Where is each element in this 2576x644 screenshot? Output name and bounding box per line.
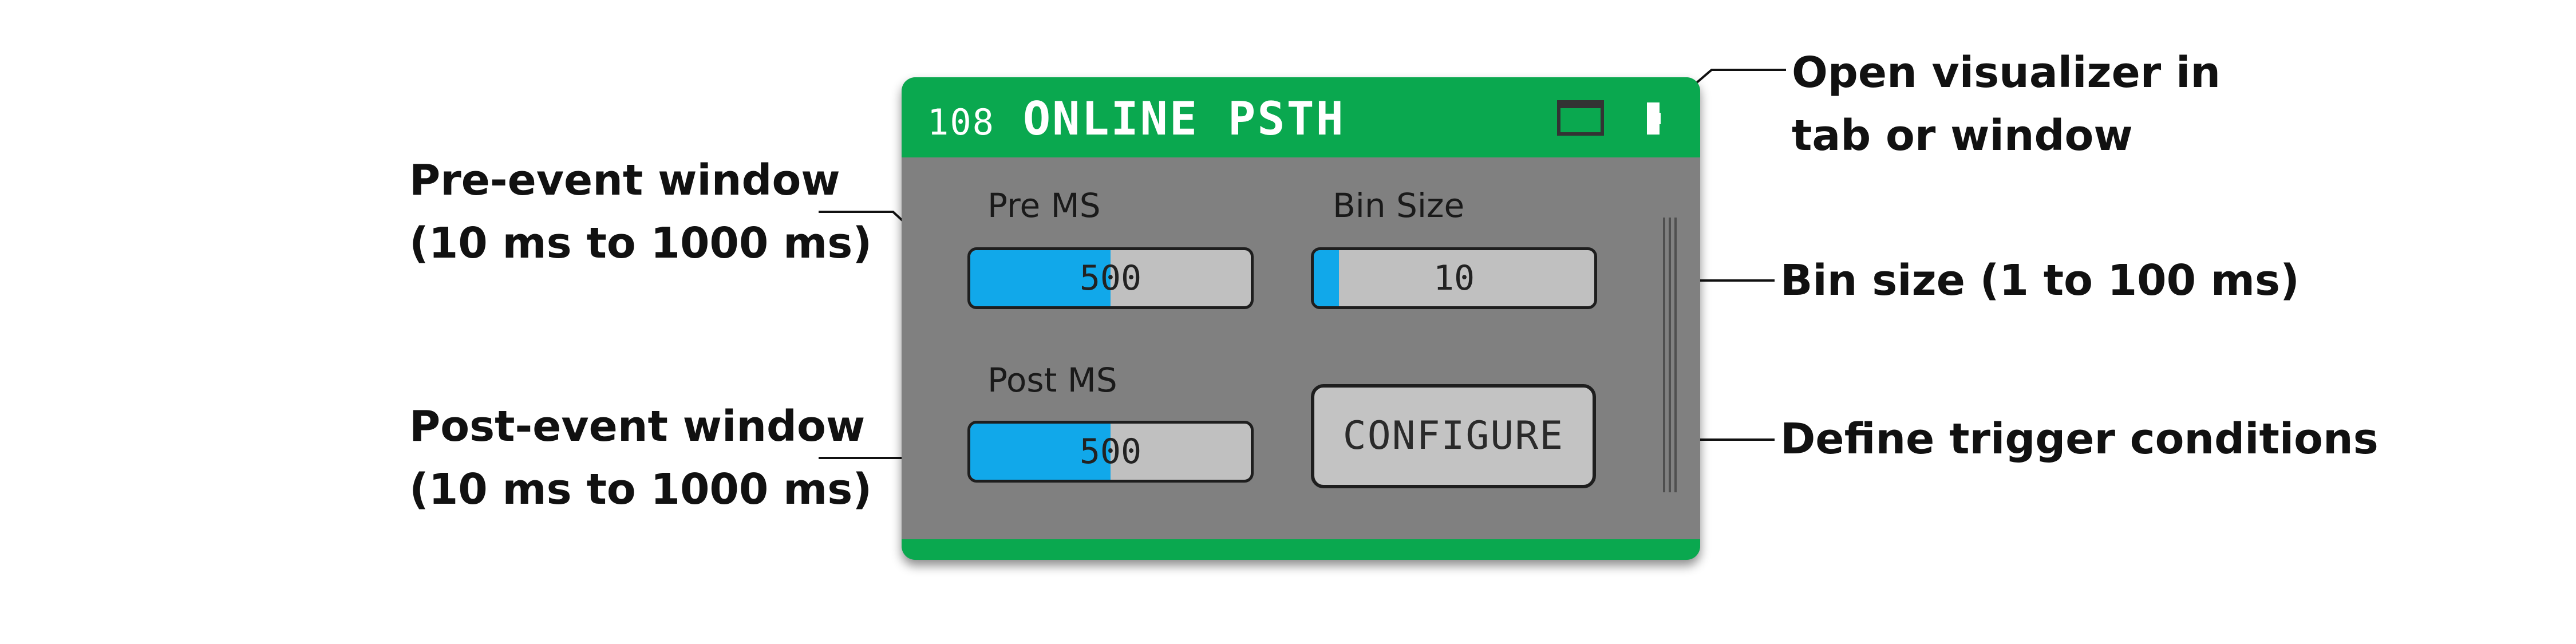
node-header[interactable]: 108 ONLINE PSTH bbox=[902, 77, 1700, 157]
annotation-bin-size-line1: Bin size (1 to 100 ms) bbox=[1780, 256, 2300, 305]
annotation-post-event-line1: Post-event window bbox=[409, 402, 866, 451]
post-ms-value: 500 bbox=[1079, 432, 1142, 472]
node-footer bbox=[902, 539, 1700, 560]
scroll-line-3 bbox=[1674, 218, 1677, 492]
annotation-bin-size: Bin size (1 to 100 ms) bbox=[1780, 249, 2300, 312]
pre-ms-value: 500 bbox=[1079, 258, 1142, 298]
scroll-line-1 bbox=[1663, 218, 1665, 492]
bin-size-value: 10 bbox=[1433, 258, 1475, 298]
post-ms-label: Post MS bbox=[987, 361, 1117, 400]
configure-button[interactable]: CONFIGURE bbox=[1311, 384, 1596, 488]
annotation-pre-event-line2: (10 ms to 1000 ms) bbox=[409, 219, 872, 268]
scroll-line-2 bbox=[1669, 218, 1671, 492]
annotation-post-event-line2: (10 ms to 1000 ms) bbox=[409, 465, 872, 514]
pre-ms-slider[interactable]: 500 bbox=[967, 247, 1254, 309]
annotation-visualizer-line2: tab or window bbox=[1792, 111, 2133, 160]
pre-ms-label: Pre MS bbox=[987, 186, 1101, 225]
annotation-visualizer: Open visualizer in tab or window bbox=[1792, 41, 2221, 167]
annotation-trigger-line1: Define trigger conditions bbox=[1780, 414, 2379, 464]
bin-size-label: Bin Size bbox=[1333, 186, 1465, 225]
annotation-trigger: Define trigger conditions bbox=[1780, 408, 2379, 471]
bin-size-slider[interactable]: 10 bbox=[1311, 247, 1597, 309]
annotation-pre-event-line1: Pre-event window bbox=[409, 156, 840, 205]
annotation-visualizer-line1: Open visualizer in bbox=[1792, 48, 2221, 97]
node-title: ONLINE PSTH bbox=[1023, 92, 1345, 145]
post-ms-slider[interactable]: 500 bbox=[967, 421, 1254, 483]
annotation-post-event: Post-event window (10 ms to 1000 ms) bbox=[409, 395, 872, 521]
annotation-pre-event: Pre-event window (10 ms to 1000 ms) bbox=[409, 149, 872, 275]
tab-icon[interactable] bbox=[1557, 100, 1604, 136]
node-id: 108 bbox=[927, 101, 995, 143]
window-icon[interactable] bbox=[1647, 102, 1661, 135]
online-psth-node[interactable]: 108 ONLINE PSTH Pre MS 500 Bin Size 10 P… bbox=[902, 77, 1700, 560]
